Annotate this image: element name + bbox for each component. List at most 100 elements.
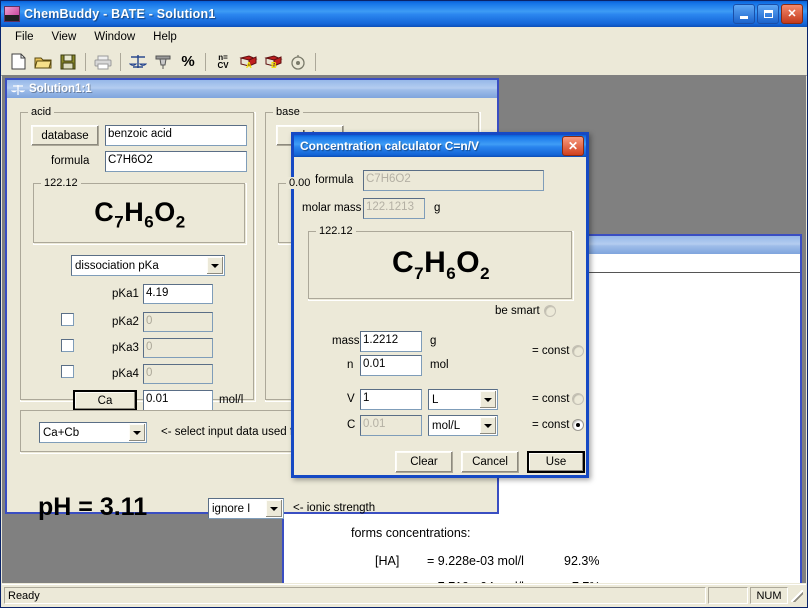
pka4-checkbox[interactable] (61, 365, 74, 378)
burette-icon[interactable] (151, 50, 175, 73)
pka2-field[interactable]: 0 (143, 312, 213, 332)
pka1-label: pKa1 (112, 288, 139, 300)
const-radio-mass-n[interactable] (572, 345, 584, 357)
status-message: Ready (4, 587, 706, 604)
save-icon[interactable] (56, 50, 80, 73)
chevron-down-icon[interactable] (129, 424, 145, 441)
form-ha-label: [HA] (375, 554, 400, 568)
ca-field[interactable]: 0.01 (143, 390, 213, 411)
v-unit-select[interactable]: L (428, 389, 498, 410)
clear-button[interactable]: Clear (395, 451, 453, 473)
pka4-field[interactable]: 0 (143, 364, 213, 384)
dialog-formula-display-group: 122.12 C7H6O2 (308, 225, 574, 301)
c-unit-value: mol/L (432, 419, 461, 432)
acid-name-field[interactable]: benzoic acid (105, 125, 247, 146)
mdi-client-area: uilibrium nzoic acid H6O2 = 0.01000 mol/… (2, 75, 806, 583)
input-data-select-value: Ca+Cb (43, 426, 80, 439)
form-a-value: = 7.719e-04 mol/l (427, 580, 524, 583)
acid-formula-display-group: 122.12 C7H6O2 (33, 177, 247, 245)
close-icon: ✕ (787, 7, 797, 20)
n-label: n (347, 359, 354, 371)
acid-formula-field[interactable]: C7H6O2 (105, 151, 247, 172)
acid-group-label: acid (28, 106, 55, 118)
dialog-molar-mass-field[interactable]: 122.1213 (363, 198, 425, 219)
close-button[interactable]: ✕ (781, 4, 803, 24)
c-unit-select[interactable]: mol/L (428, 415, 498, 436)
form-a-label: [A-] (375, 580, 393, 583)
v-field[interactable]: 1 (360, 389, 422, 410)
base-group-label: base (273, 106, 303, 118)
new-file-icon[interactable] (6, 50, 30, 73)
use-button[interactable]: Use (527, 451, 585, 473)
menu-window[interactable]: Window (86, 29, 143, 45)
print-icon[interactable] (91, 50, 115, 73)
pka2-label: pKa2 (112, 316, 139, 328)
menu-help[interactable]: Help (145, 29, 185, 45)
maximize-icon (763, 10, 773, 18)
base-book-icon[interactable]: B (261, 50, 285, 73)
const-radio-c[interactable] (572, 419, 584, 431)
pka3-checkbox[interactable] (61, 339, 74, 352)
minimize-button[interactable] (733, 4, 755, 24)
acid-molar-mass-label: 122.12 (41, 177, 81, 189)
statusbar: Ready NUM (2, 584, 806, 606)
ca-button[interactable]: Ca (73, 390, 137, 411)
menubar: File View Window Help (1, 27, 807, 48)
dialog-group-molar-mass: 122.12 (316, 225, 356, 237)
acid-book-icon[interactable]: A (236, 50, 260, 73)
main-window: ChemBuddy - BATE - Solution1 ✕ File View… (0, 0, 808, 608)
chevron-down-icon[interactable] (207, 257, 223, 274)
const-label-mass-n: = const (532, 345, 570, 357)
n-field[interactable]: 0.01 (360, 355, 422, 376)
toolbar-separator (120, 52, 121, 71)
balance-scales-icon[interactable] (126, 50, 150, 73)
pka3-field[interactable]: 0 (143, 338, 213, 358)
dialog-close-button[interactable]: ✕ (562, 136, 584, 156)
concentration-calculator-dialog[interactable]: Concentration calculator C=n/V ✕ formula… (291, 132, 589, 478)
v-unit-value: L (432, 393, 439, 406)
mass-field[interactable]: 1.2212 (360, 331, 422, 352)
be-smart-radio[interactable] (544, 305, 556, 317)
menu-file[interactable]: File (7, 29, 42, 45)
mass-unit-label: g (430, 335, 437, 347)
pka1-field[interactable]: 4.19 (143, 284, 213, 304)
cancel-button[interactable]: Cancel (461, 451, 519, 473)
c-field[interactable]: 0.01 (360, 415, 422, 436)
menu-view[interactable]: View (44, 29, 85, 45)
open-folder-icon[interactable] (31, 50, 55, 73)
dissociation-select[interactable]: dissociation pKa (71, 255, 225, 276)
input-data-select[interactable]: Ca+Cb (39, 422, 147, 443)
percent-icon[interactable]: % (176, 50, 200, 73)
maximize-button[interactable] (757, 4, 779, 24)
const-radio-v[interactable] (572, 393, 584, 405)
dissociation-select-value: dissociation pKa (75, 259, 159, 272)
dialog-formula-label: formula (315, 174, 354, 186)
toolbar-separator (315, 52, 316, 71)
pka3-label: pKa3 (112, 342, 139, 354)
dialog-title-text: Concentration calculator C=n/V (300, 139, 480, 153)
chevron-down-icon[interactable] (480, 391, 496, 408)
chevron-down-icon[interactable] (266, 500, 282, 517)
status-num-indicator: NUM (750, 587, 788, 604)
v-label: V (347, 393, 355, 405)
pka2-checkbox[interactable] (61, 313, 74, 326)
svg-text:A: A (246, 61, 252, 70)
resize-grip-icon[interactable] (790, 589, 804, 603)
forms-concentrations-title: forms concentrations: (351, 526, 471, 540)
ionic-strength-select[interactable]: ignore I (208, 498, 284, 519)
be-smart-label: be smart (495, 305, 540, 317)
acid-group: acid database benzoic acid formula C7H6O… (20, 106, 256, 411)
dialog-titlebar: Concentration calculator C=n/V ✕ (294, 135, 586, 157)
window-buttons: ✕ (733, 4, 803, 24)
ph-result: pH = 3.11 (38, 493, 148, 521)
form-ha-value: = 9.228e-03 mol/l (427, 554, 524, 568)
acid-database-button[interactable]: database (31, 125, 99, 146)
chevron-down-icon[interactable] (480, 417, 496, 434)
dialog-formula-field[interactable]: C7H6O2 (363, 170, 544, 191)
cv-icon[interactable]: n= CV (211, 50, 235, 73)
c-label: C (347, 419, 356, 431)
dialog-molar-mass-label: molar mass (302, 202, 362, 214)
options-icon[interactable] (286, 50, 310, 73)
window-title: ChemBuddy - BATE - Solution1 (24, 7, 216, 21)
n-unit-label: mol (430, 359, 449, 371)
